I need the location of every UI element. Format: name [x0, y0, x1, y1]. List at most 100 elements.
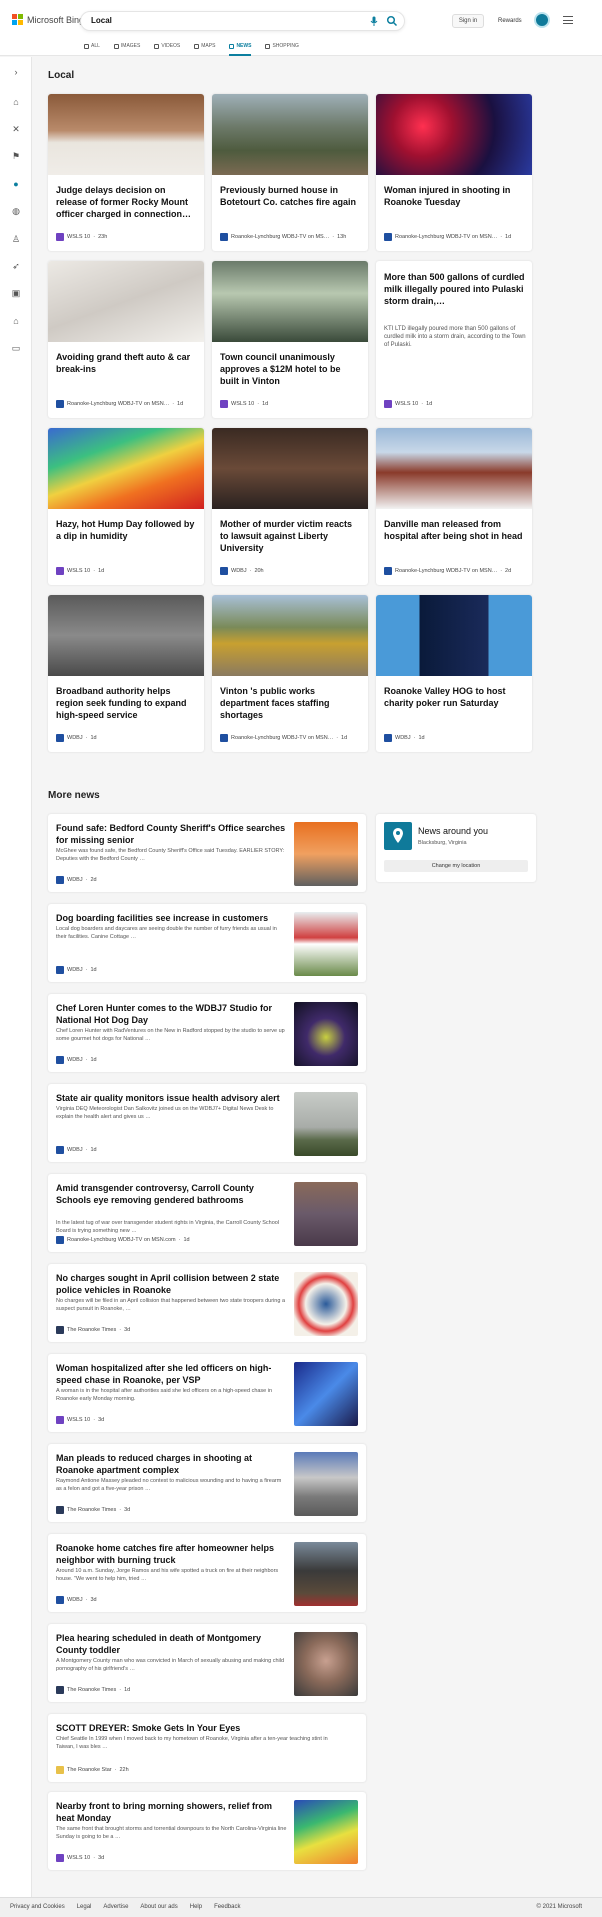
- expand-arrow-icon[interactable]: ›: [11, 67, 21, 77]
- news-card[interactable]: Hazy, hot Hump Day followed by a dip in …: [48, 428, 204, 585]
- search-box[interactable]: Local: [80, 11, 405, 31]
- item-thumbnail: [294, 1272, 358, 1336]
- news-card[interactable]: Previously burned house in Botetourt Co.…: [212, 94, 368, 251]
- item-title: Woman hospitalized after she led officer…: [56, 1363, 272, 1385]
- news-list-item[interactable]: Woman hospitalized after she led officer…: [48, 1354, 366, 1432]
- footer-link-about-ads[interactable]: About our ads: [140, 1904, 177, 1910]
- home-icon[interactable]: ⌂: [11, 97, 21, 107]
- footer-link-advertise[interactable]: Advertise: [103, 1904, 128, 1910]
- footer-link-feedback[interactable]: Feedback: [214, 1904, 240, 1910]
- time: 1d: [124, 1687, 131, 1693]
- news-list-item[interactable]: SCOTT DREYER: Smoke Gets In Your Eyes Ch…: [48, 1714, 366, 1782]
- news-card[interactable]: Woman injured in shooting in Roanoke Tue…: [376, 94, 532, 251]
- card-source: WSLS 10 · 1d: [384, 400, 528, 408]
- news-card[interactable]: More than 500 gallons of curdled milk il…: [376, 261, 532, 418]
- source-logo-icon: [384, 567, 392, 575]
- card-source: Roanoke-Lynchburg WDBJ-TV on MSN… · 1d: [56, 400, 200, 408]
- news-list-item[interactable]: Nearby front to bring morning showers, r…: [48, 1792, 366, 1870]
- rewards-badge-icon[interactable]: [534, 12, 550, 28]
- globe-icon[interactable]: ◍: [11, 206, 21, 216]
- news-list-item[interactable]: Roanoke home catches fire after homeowne…: [48, 1534, 366, 1612]
- change-location-button[interactable]: Change my location: [384, 860, 528, 872]
- news-card[interactable]: Roanoke Valley HOG to host charity poker…: [376, 595, 532, 752]
- news-list-item[interactable]: Amid transgender controversy, Carroll Co…: [48, 1174, 366, 1252]
- news-list-item[interactable]: Dog boarding facilities see increase in …: [48, 904, 366, 982]
- item-description: Chief Seattle In 1999 when I moved back …: [56, 1736, 328, 1750]
- search-input[interactable]: Local: [91, 16, 112, 25]
- news-list-item[interactable]: Plea hearing scheduled in death of Montg…: [48, 1624, 366, 1702]
- source-logo-icon: [220, 400, 228, 408]
- news-list-item[interactable]: Chef Loren Hunter comes to the WDBJ7 Stu…: [48, 994, 366, 1072]
- news-list-item[interactable]: No charges sought in April collision bet…: [48, 1264, 366, 1342]
- tab-news[interactable]: NEWS: [229, 40, 252, 56]
- source-logo-icon: [220, 567, 228, 575]
- flag-icon[interactable]: ⚑: [11, 151, 21, 161]
- news-card[interactable]: Vinton 's public works department faces …: [212, 595, 368, 752]
- card-source: Roanoke-Lynchburg WDBJ-TV on MS… · 13h: [220, 233, 364, 241]
- news-list-item[interactable]: State air quality monitors issue health …: [48, 1084, 366, 1162]
- news-list-item[interactable]: Found safe: Bedford County Sheriff's Off…: [48, 814, 366, 892]
- item-title: SCOTT DREYER: Smoke Gets In Your Eyes: [56, 1723, 241, 1733]
- tools-icon[interactable]: ✕: [11, 124, 21, 134]
- card-title: Hazy, hot Hump Day followed by a dip in …: [56, 519, 195, 541]
- search-icon[interactable]: [386, 15, 398, 27]
- item-source: WDBJ · 3d: [56, 1596, 97, 1604]
- item-description: Raymond Antione Massey pleaded no contes…: [56, 1478, 282, 1492]
- item-title: State air quality monitors issue health …: [56, 1093, 280, 1103]
- tab-shopping[interactable]: SHOPPING: [265, 40, 299, 52]
- entertainment-icon[interactable]: ▣: [11, 288, 21, 298]
- source-logo-icon: [56, 1146, 64, 1154]
- item-thumbnail: [294, 1632, 358, 1696]
- card-image: [48, 595, 204, 676]
- star-logo-icon: [56, 1766, 64, 1774]
- news-card[interactable]: Town council unanimously approves a $12M…: [212, 261, 368, 418]
- menu-icon[interactable]: [563, 16, 573, 24]
- card-image: [376, 595, 532, 676]
- location-pin-icon[interactable]: ●: [11, 179, 21, 189]
- rocket-icon[interactable]: ➶: [11, 261, 21, 271]
- source-logo-icon: [56, 1056, 64, 1064]
- source-name: WDBJ: [67, 877, 83, 883]
- source-name: Roanoke-Lynchburg WDBJ-TV on MSN.com: [67, 1237, 176, 1243]
- footer-link-legal[interactable]: Legal: [77, 1904, 92, 1910]
- source-logo-icon: [56, 1686, 64, 1694]
- card-source: WDBJ · 1d: [56, 734, 200, 742]
- tab-maps[interactable]: MAPS: [194, 40, 215, 52]
- time: 2d: [90, 877, 97, 883]
- card-source: Roanoke-Lynchburg WDBJ-TV on MSN… · 1d: [384, 233, 528, 241]
- news-card[interactable]: Broadband authority helps region seek fu…: [48, 595, 204, 752]
- card-source: Roanoke-Lynchburg WDBJ-TV on MSN… · 2d: [384, 567, 528, 575]
- money-card-icon[interactable]: ▭: [11, 343, 21, 353]
- item-title: Plea hearing scheduled in death of Montg…: [56, 1633, 262, 1655]
- sports-icon[interactable]: ♙: [11, 234, 21, 244]
- news-card[interactable]: Mother of murder victim reacts to lawsui…: [212, 428, 368, 585]
- microphone-icon[interactable]: [368, 15, 380, 27]
- sign-in-button[interactable]: Sign in: [452, 14, 484, 28]
- news-around-title: News around you: [418, 826, 489, 836]
- news-card[interactable]: Judge delays decision on release of form…: [48, 94, 204, 251]
- card-title: Mother of murder victim reacts to lawsui…: [220, 519, 353, 553]
- card-image: [212, 94, 368, 175]
- tab-all[interactable]: ALL: [84, 40, 100, 52]
- time: 3d: [124, 1327, 131, 1333]
- tab-label: ALL: [91, 43, 100, 49]
- source-name: WDBJ: [67, 967, 83, 973]
- source-logo-icon: [384, 233, 392, 241]
- time: 3d: [90, 1597, 97, 1603]
- category-rail: › ⌂ ✕ ⚑ ● ◍ ♙ ➶ ▣ ⌂ ▭: [0, 57, 32, 1897]
- politics-building-icon[interactable]: ⌂: [11, 316, 21, 326]
- tab-label: VIDEOS: [161, 43, 181, 49]
- news-card[interactable]: Danville man released from hospital afte…: [376, 428, 532, 585]
- local-heading: Local: [48, 70, 75, 81]
- time: 1d: [341, 735, 348, 741]
- tab-videos[interactable]: VIDEOS: [154, 40, 180, 52]
- source-name: The Roanoke Star: [67, 1767, 112, 1773]
- tab-images[interactable]: IMAGES: [113, 40, 140, 52]
- footer-link-privacy[interactable]: Privacy and Cookies: [10, 1904, 65, 1910]
- rewards-label[interactable]: Rewards: [498, 18, 522, 24]
- news-card[interactable]: Avoiding grand theft auto & car break-in…: [48, 261, 204, 418]
- tab-label: MAPS: [201, 43, 216, 49]
- news-list-item[interactable]: Man pleads to reduced charges in shootin…: [48, 1444, 366, 1522]
- footer-link-help[interactable]: Help: [190, 1904, 202, 1910]
- bing-logo[interactable]: Microsoft Bing: [12, 14, 84, 25]
